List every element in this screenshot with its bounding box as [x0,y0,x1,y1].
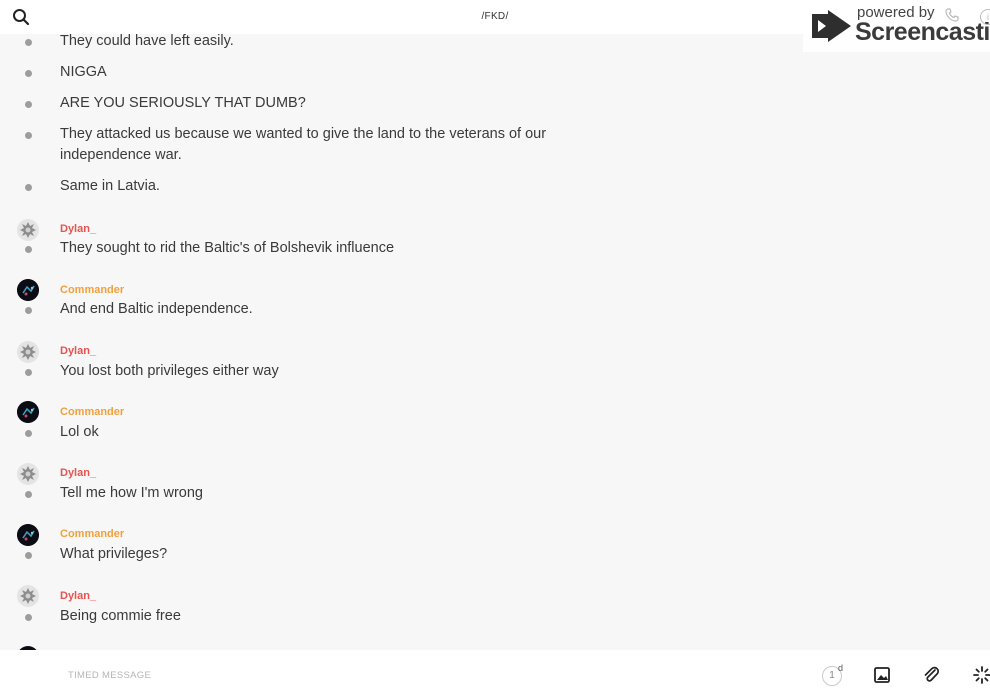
avatar[interactable] [17,585,39,607]
image-icon[interactable] [871,664,893,686]
message-text: NIGGA [60,64,107,80]
message-bullet [25,491,32,498]
message-author[interactable]: Commander [60,284,124,296]
message-bullet [25,132,32,139]
message-bullet [25,430,32,437]
message-text: Lol ok [60,424,99,440]
timer-unit-label: d [838,663,844,673]
paperclip-icon[interactable] [920,664,942,686]
message-text: Same in Latvia. [60,178,160,194]
message-author[interactable]: Commander [60,528,124,540]
message-input-placeholder[interactable]: TIMED MESSAGE [68,670,151,681]
avatar[interactable] [17,341,39,363]
message-bullet [25,184,32,191]
message-composer: TIMED MESSAGE 1 d [0,650,990,700]
message-text: You lost both privileges either way [60,363,279,379]
message-author[interactable]: Dylan_ [60,223,96,235]
message-text: They could have left easily. [60,34,234,49]
avatar[interactable] [17,401,39,423]
message-bullet [25,552,32,559]
sparkle-icon[interactable] [971,664,990,686]
message-text: Being commie free [60,608,181,624]
message-text: What privileges? [60,546,168,562]
message-bullet [25,307,32,314]
message-author[interactable]: Dylan_ [60,467,96,479]
message-text: Tell me how I'm wrong [60,485,203,501]
avatar[interactable] [17,524,39,546]
message-bullet [25,70,32,77]
message-bullet [25,101,32,108]
message-text: ARE YOU SERIOUSLY THAT DUMB? [60,95,306,111]
chat-area: They could have left easily. NIGGA ARE Y… [0,34,990,650]
message-bullet [25,369,32,376]
message-bullet [25,614,32,621]
avatar[interactable] [17,279,39,301]
message-author[interactable]: Commander [60,406,124,418]
message-text: And end Baltic independence. [60,301,253,317]
message-bullet [25,39,32,46]
avatar[interactable] [17,219,39,241]
message-text: They sought to rid the Baltic's of Bolsh… [60,240,395,256]
message-bullet [25,246,32,253]
message-text: They attacked us because we wanted to gi… [60,126,547,163]
message-author[interactable]: Dylan_ [60,345,96,357]
phone-icon [945,8,959,27]
info-icon: i [980,9,990,25]
avatar[interactable] [17,463,39,485]
message-author[interactable]: Dylan_ [60,590,96,602]
